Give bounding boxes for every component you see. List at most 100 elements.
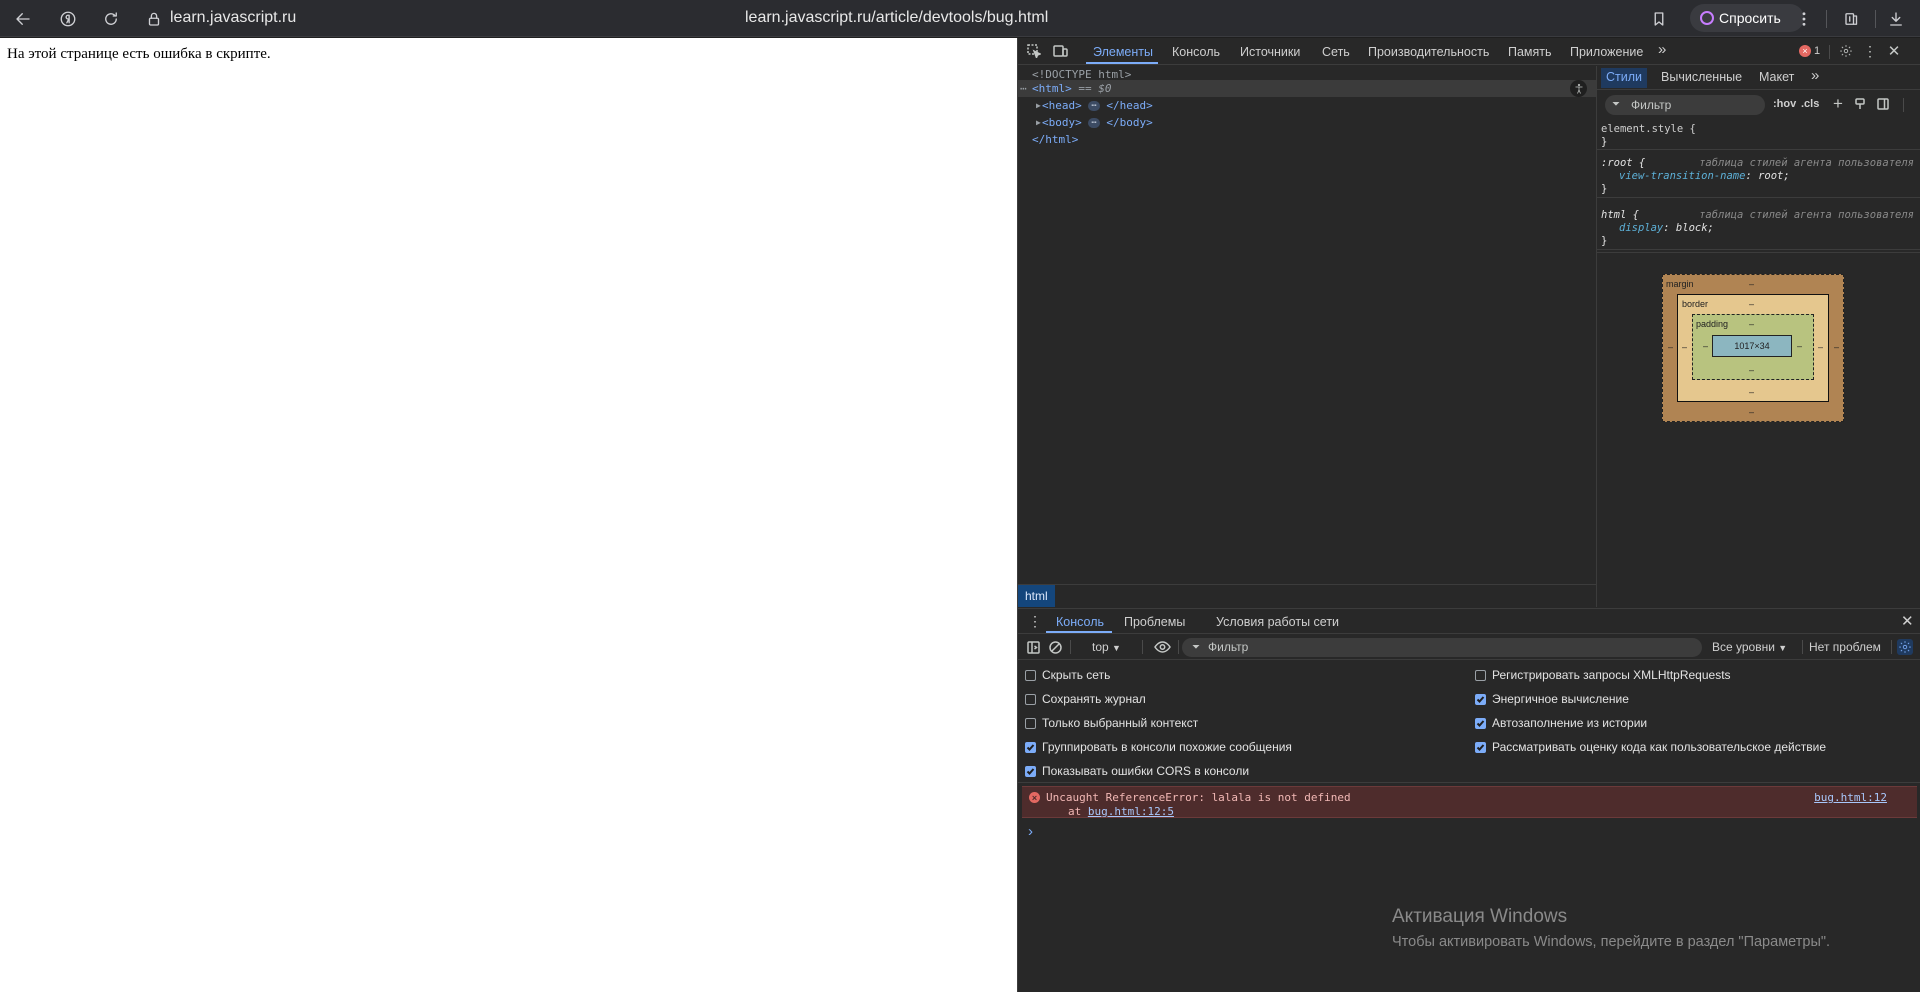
paint-icon[interactable] (1853, 97, 1867, 111)
console-setting-option[interactable]: Показывать ошибки CORS в консоли (1025, 763, 1249, 779)
more-options-icon[interactable]: ⋮ (1862, 43, 1878, 59)
more-tabs-icon[interactable]: » (1658, 41, 1666, 58)
checkbox-checked[interactable] (1025, 765, 1036, 777)
rule-root[interactable]: :root { таблица стилей агента пользовате… (1597, 154, 1920, 198)
error-icon[interactable]: × (1799, 45, 1811, 57)
margin-right-value: – (1834, 342, 1840, 352)
console-sidebar-icon[interactable] (1026, 640, 1040, 654)
address-bar-url[interactable]: learn.javascript.ru/article/devtools/bug… (745, 9, 1048, 27)
close-devtools-icon[interactable]: ✕ (1886, 43, 1902, 60)
box-model-padding[interactable]: padding – – – – 1017×34 (1692, 314, 1814, 380)
rules-divider (1597, 252, 1920, 253)
console-error-message[interactable]: × Uncaught ReferenceError: lalala is not… (1022, 786, 1917, 818)
tab-styles[interactable]: Стили (1601, 68, 1648, 88)
checkbox-unchecked[interactable] (1025, 669, 1036, 681)
head-tag: <head> (1042, 99, 1082, 112)
property-name[interactable]: view-transition-name (1619, 170, 1745, 182)
console-settings-icon[interactable] (1897, 639, 1913, 655)
new-rule-icon[interactable]: + (1831, 94, 1845, 113)
tab-network[interactable]: Сеть (1322, 45, 1350, 59)
expand-arrow-icon[interactable]: ▶ (1036, 114, 1041, 131)
console-setting-option[interactable]: Регистрировать запросы XMLHttpRequests (1475, 667, 1731, 683)
console-filter-input[interactable]: Фильтр (1182, 638, 1702, 657)
lock-icon[interactable] (140, 5, 167, 32)
reload-icon[interactable] (97, 5, 124, 32)
dom-node-html-close[interactable]: </html> (1018, 131, 1596, 148)
styles-filter-input[interactable]: Фильтр (1605, 95, 1765, 115)
drawer-tab-console[interactable]: Консоль (1056, 615, 1104, 629)
console-prompt[interactable]: › (1028, 823, 1033, 840)
tab-performance[interactable]: Производительность (1368, 45, 1489, 59)
console-setting-option[interactable]: Автозаполнение из истории (1475, 715, 1647, 731)
margin-left-value: – (1668, 342, 1674, 352)
expand-arrow-icon[interactable]: ▶ (1036, 97, 1041, 114)
issues-counter[interactable]: Нет проблем (1809, 640, 1881, 654)
tab-sources[interactable]: Источники (1240, 45, 1300, 59)
dom-node-body[interactable]: ▶ <body> ⋯ </body> (1018, 114, 1596, 131)
ask-menu-icon[interactable] (1790, 5, 1817, 32)
toolbar-divider (1802, 640, 1803, 654)
live-expression-eye-icon[interactable] (1153, 639, 1171, 655)
console-setting-option[interactable]: Скрыть сеть (1025, 667, 1110, 683)
console-setting-option[interactable]: Группировать в консоли похожие сообщения (1025, 739, 1292, 755)
site-host[interactable]: learn.javascript.ru (170, 9, 296, 27)
context-selector[interactable]: top ▼ (1092, 640, 1121, 654)
tab-layout[interactable]: Макет (1759, 70, 1794, 84)
yandex-icon[interactable] (54, 5, 81, 32)
tab-elements[interactable]: Элементы (1093, 45, 1153, 59)
console-setting-option[interactable]: Только выбранный контекст (1025, 715, 1198, 731)
checkbox-unchecked[interactable] (1025, 693, 1036, 705)
inspect-element-icon[interactable] (1026, 43, 1042, 59)
stack-frame-link[interactable]: bug.html:12:5 (1088, 805, 1174, 818)
settings-icon[interactable] (1838, 43, 1854, 59)
rule-html[interactable]: html { таблица стилей агента пользовател… (1597, 206, 1920, 250)
back-icon[interactable] (9, 5, 36, 32)
cls-toggle[interactable]: .cls (1801, 98, 1819, 110)
rule-close-brace: } (1601, 136, 1608, 148)
checkbox-checked[interactable] (1475, 693, 1486, 705)
sidebar-toggle-icon[interactable] (1876, 97, 1890, 111)
property-value[interactable]: root; (1758, 170, 1790, 182)
tab-memory[interactable]: Память (1508, 45, 1552, 59)
error-source-link[interactable]: bug.html:12 (1814, 791, 1887, 804)
box-model-border[interactable]: border – – – – padding – – – – 1017×34 (1677, 294, 1829, 402)
console-setting-option[interactable]: Энергичное вычисление (1475, 691, 1629, 707)
property-name[interactable]: display (1619, 222, 1663, 234)
log-levels-dropdown[interactable]: Все уровни ▼ (1712, 640, 1787, 654)
collections-icon[interactable] (1838, 5, 1865, 32)
tab-application[interactable]: Приложение (1570, 45, 1643, 59)
ask-button-label: Спросить (1719, 10, 1781, 26)
collapsed-ellipsis[interactable]: ⋯ (1088, 101, 1100, 111)
checkbox-unchecked[interactable] (1475, 669, 1486, 681)
node-actions-icon[interactable]: ⋯ (1020, 80, 1027, 97)
checkbox-checked[interactable] (1475, 717, 1486, 729)
drawer-tab-issues[interactable]: Проблемы (1124, 615, 1185, 629)
box-model-margin[interactable]: margin – – – – border – – – – padding – … (1662, 274, 1844, 422)
accessibility-icon[interactable] (1570, 80, 1587, 97)
close-drawer-icon[interactable]: ✕ (1901, 612, 1914, 630)
ask-button[interactable]: Спросить (1690, 4, 1804, 32)
dom-node-head[interactable]: ▶ <head> ⋯ </head> (1018, 97, 1596, 114)
property-value[interactable]: block; (1676, 222, 1714, 234)
console-setting-option[interactable]: Рассматривать оценку кода как пользовате… (1475, 739, 1826, 755)
error-count[interactable]: 1 (1814, 45, 1820, 57)
tab-console[interactable]: Консоль (1172, 45, 1220, 59)
hov-toggle[interactable]: :hov (1773, 98, 1796, 110)
clear-console-icon[interactable] (1048, 640, 1062, 654)
box-model-content[interactable]: 1017×34 (1712, 335, 1792, 357)
tab-computed[interactable]: Вычисленные (1661, 70, 1742, 84)
device-toolbar-icon[interactable] (1052, 43, 1068, 59)
more-tabs-icon[interactable]: » (1811, 67, 1819, 84)
breadcrumb-item-html[interactable]: html (1018, 585, 1055, 607)
dom-node-html[interactable]: ⋯ <html> == $0 (1018, 80, 1596, 97)
checkbox-checked[interactable] (1475, 741, 1486, 753)
rule-element-style[interactable]: element.style { } (1597, 120, 1920, 150)
console-setting-option[interactable]: Сохранять журнал (1025, 691, 1146, 707)
bookmark-icon[interactable] (1645, 5, 1672, 32)
checkbox-unchecked[interactable] (1025, 717, 1036, 729)
checkbox-checked[interactable] (1025, 741, 1036, 753)
drawer-tab-network-conditions[interactable]: Условия работы сети (1216, 615, 1339, 629)
download-icon[interactable] (1882, 5, 1909, 32)
collapsed-ellipsis[interactable]: ⋯ (1088, 118, 1100, 128)
drawer-menu-icon[interactable]: ⋮ (1028, 613, 1042, 630)
